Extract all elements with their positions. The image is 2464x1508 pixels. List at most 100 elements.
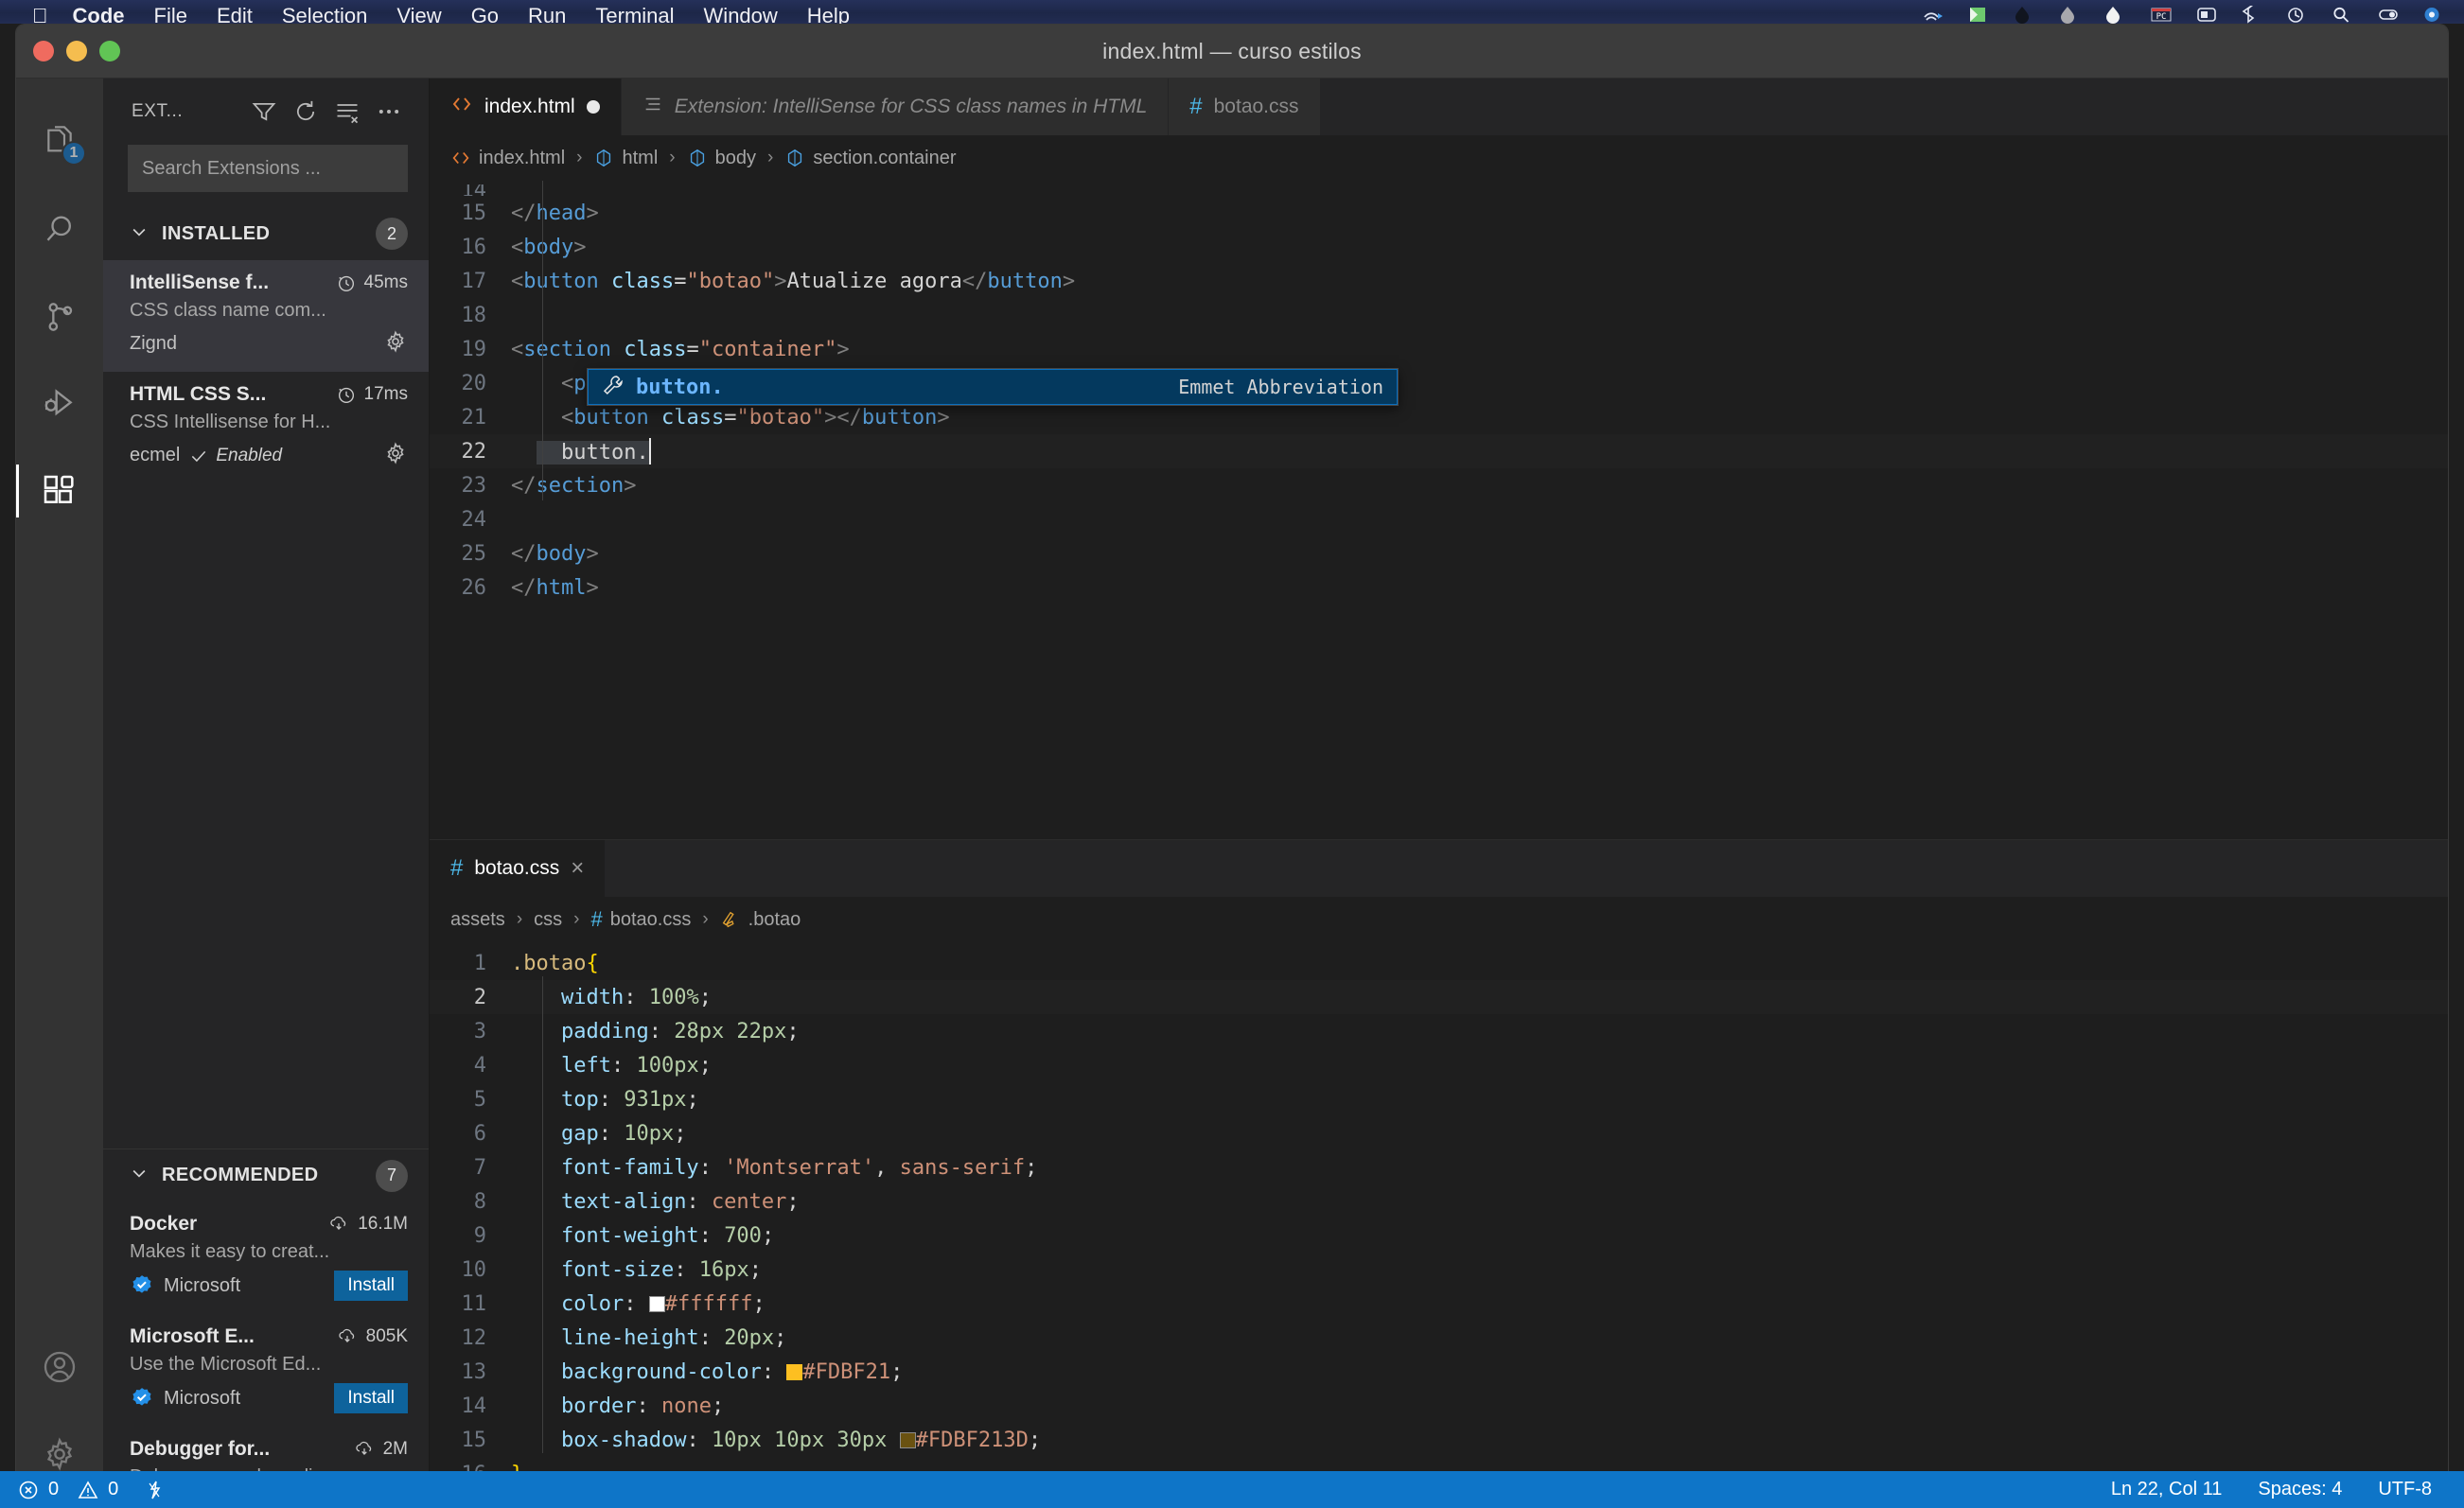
- close-window-button[interactable]: [33, 41, 54, 61]
- status-indentation[interactable]: Spaces: 4: [2258, 1479, 2342, 1500]
- unsaved-dot-icon[interactable]: [586, 100, 600, 114]
- display-icon[interactable]: [2195, 6, 2220, 24]
- line-number: 11: [461, 1291, 487, 1316]
- code-line: 18: [430, 298, 2448, 332]
- verified-publisher-icon: [130, 1386, 154, 1411]
- maximize-window-button[interactable]: [99, 41, 120, 61]
- tab-extension-details[interactable]: Extension: IntelliSense for CSS class na…: [621, 79, 1170, 135]
- activity-bar-item-run-and-debug[interactable]: [16, 360, 103, 447]
- color-swatch-white[interactable]: [648, 1295, 665, 1312]
- extension-item-docker[interactable]: Docker 16.1M Makes it easy to creat... M…: [103, 1201, 429, 1314]
- code-line: 10 font-size: 16px;: [430, 1253, 2448, 1287]
- extension-downloads: 2M: [353, 1439, 408, 1460]
- menu-item-view[interactable]: View: [396, 6, 441, 25]
- extension-name: IntelliSense f...: [130, 272, 270, 293]
- white-droplet-icon[interactable]: [2104, 6, 2129, 24]
- close-icon[interactable]: ×: [571, 857, 584, 880]
- verified-publisher-icon: [130, 1273, 154, 1298]
- breadcrumb-item-botao-rule[interactable]: .botao: [720, 909, 801, 931]
- extension-settings-gear-icon[interactable]: [383, 329, 408, 359]
- line-content: top: 931px;: [560, 1087, 699, 1112]
- activity-bar-item-search[interactable]: [16, 186, 103, 273]
- color-swatch-yellow[interactable]: [786, 1363, 803, 1380]
- extension-enabled-status: Enabled: [189, 446, 282, 466]
- menu-item-terminal[interactable]: Terminal: [595, 6, 674, 25]
- breadcrumb-item-botao-css[interactable]: # botao.css: [590, 909, 691, 931]
- status-encoding[interactable]: UTF-8: [2378, 1479, 2432, 1500]
- menu-item-edit[interactable]: Edit: [217, 6, 253, 25]
- activity-bar-item-extensions[interactable]: [16, 447, 103, 535]
- menu-item-go[interactable]: Go: [471, 6, 499, 25]
- menu-item-help[interactable]: Help: [807, 6, 850, 25]
- search-extensions-input[interactable]: [128, 145, 408, 192]
- menu-item-run[interactable]: Run: [528, 6, 566, 25]
- activity-bar-item-source-control[interactable]: [16, 273, 103, 360]
- menu-item-window[interactable]: Window: [704, 6, 778, 25]
- tab-botao-css[interactable]: # botao.css: [1169, 79, 1321, 135]
- extension-row-publisher: Zignd: [130, 329, 408, 359]
- pc-icon[interactable]: PC: [2150, 6, 2174, 24]
- section-header-installed[interactable]: INSTALLED 2: [103, 207, 429, 260]
- status-cursor-position[interactable]: Ln 22, Col 11: [2111, 1479, 2223, 1500]
- menu-item-code[interactable]: Code: [73, 6, 125, 25]
- tab-botao-css-lower[interactable]: # botao.css ×: [430, 840, 607, 897]
- extension-settings-gear-icon[interactable]: [383, 441, 408, 470]
- code-line: 9 font-weight: 700;: [430, 1219, 2448, 1253]
- dark-droplet-icon[interactable]: [2014, 6, 2038, 24]
- suggestion-row[interactable]: button. Emmet Abbreviation: [588, 369, 1398, 405]
- time-machine-icon[interactable]: [2286, 6, 2311, 24]
- chrome-icon[interactable]: [2422, 6, 2447, 24]
- green-app-icon[interactable]: [1968, 6, 1993, 24]
- code-line: 2 width: 100%;: [430, 980, 2448, 1014]
- breadcrumb-item-body[interactable]: body: [687, 148, 756, 169]
- breadcrumb-item-file[interactable]: index.html: [450, 148, 565, 169]
- section-header-recommended[interactable]: RECOMMENDED 7: [103, 1149, 429, 1201]
- status-problems[interactable]: 0 0: [17, 1479, 118, 1501]
- extension-item-microsoft-edge-tools[interactable]: Microsoft E... 805K Use the Microsoft Ed…: [103, 1314, 429, 1427]
- breadcrumb-item-css[interactable]: css: [534, 909, 562, 931]
- indent-guide: [542, 181, 543, 500]
- line-content: <button class="botao"></button>: [560, 405, 950, 430]
- gray-droplet-icon[interactable]: [2059, 6, 2084, 24]
- breadcrumb-lower: assets › css › # botao.css › .botao: [430, 897, 2448, 942]
- extension-item-intellisense[interactable]: IntelliSense f... 45ms CSS class name co…: [103, 260, 429, 372]
- search-icon[interactable]: [2332, 6, 2356, 24]
- line-content: border: none;: [560, 1394, 725, 1418]
- color-swatch-shadow[interactable]: [899, 1431, 916, 1448]
- radio-tower-icon: [149, 1481, 161, 1499]
- code-editor-html[interactable]: 14 15 </head> 16 <body> 17: [430, 181, 2448, 839]
- apple-logo-icon[interactable]: : [32, 6, 48, 25]
- breadcrumb-label: html: [622, 147, 659, 168]
- symbol-field-icon: [597, 149, 611, 167]
- status-ports[interactable]: [143, 1479, 166, 1501]
- breadcrumb-separator: ›: [702, 909, 709, 929]
- code-editor-css[interactable]: 1 .botao{ 2 width: 100%; 3 padding: 28px…: [430, 942, 2448, 1508]
- install-button[interactable]: Install: [334, 1271, 408, 1301]
- code-line: 4 left: 100px;: [430, 1048, 2448, 1082]
- line-content: font-family: 'Montserrat', sans-serif;: [560, 1155, 1038, 1180]
- more-actions-icon[interactable]: [368, 91, 410, 132]
- wifi-sync-icon[interactable]: [1923, 6, 1947, 24]
- control-center-icon[interactable]: [2377, 6, 2402, 24]
- breadcrumb-item-assets[interactable]: assets: [450, 909, 505, 931]
- activity-bar-item-accounts[interactable]: [16, 1324, 103, 1411]
- breadcrumb-item-html[interactable]: html: [593, 148, 658, 169]
- breadcrumb-separator: ›: [516, 909, 523, 929]
- emmet-suggestion-widget[interactable]: button. Emmet Abbreviation: [587, 368, 1399, 406]
- menu-item-selection[interactable]: Selection: [282, 6, 368, 25]
- install-button[interactable]: Install: [334, 1383, 408, 1413]
- filter-icon[interactable]: [243, 91, 285, 132]
- tab-index-html[interactable]: index.html: [430, 79, 622, 135]
- extension-item-html-css-support[interactable]: HTML CSS S... 17ms CSS Intellisense for …: [103, 372, 429, 483]
- clear-list-icon[interactable]: [326, 91, 368, 132]
- refresh-icon[interactable]: [285, 91, 326, 132]
- activity-bar-item-explorer[interactable]: 1: [16, 99, 103, 186]
- menu-item-file[interactable]: File: [154, 6, 187, 25]
- minimize-window-button[interactable]: [66, 41, 87, 61]
- window-traffic-lights[interactable]: [33, 41, 120, 61]
- breadcrumb-item-section-container[interactable]: section.container: [784, 148, 957, 169]
- breadcrumb-separator: ›: [576, 148, 583, 167]
- code-line: 14 border: none;: [430, 1389, 2448, 1423]
- bluetooth-icon[interactable]: [2241, 6, 2265, 24]
- line-number: 20: [461, 371, 487, 395]
